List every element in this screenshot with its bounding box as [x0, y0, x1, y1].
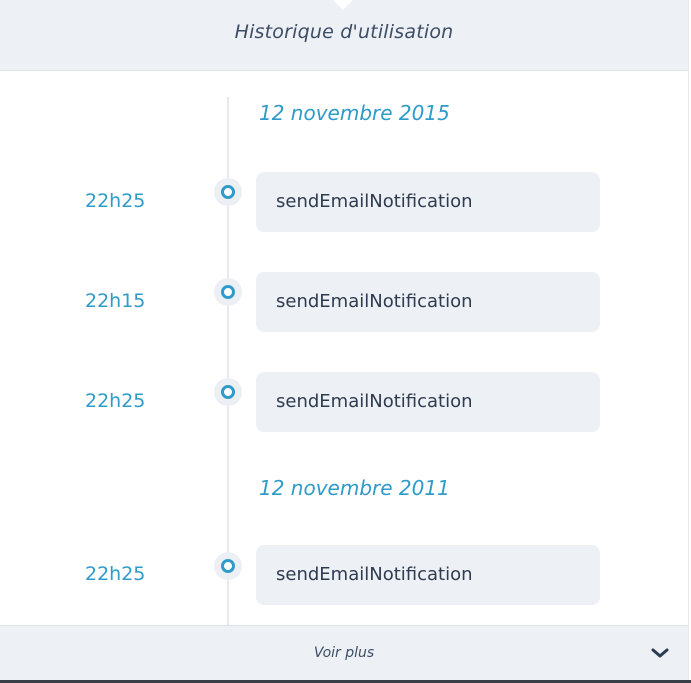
header-notch: [333, 0, 353, 10]
entry-time: 22h25: [85, 190, 146, 212]
timeline-date: 12 novembre 2011: [259, 476, 450, 500]
timeline-dot-icon: [214, 552, 242, 580]
see-more-label: Voir plus: [313, 645, 375, 661]
entry-card: sendEmailNotification: [256, 172, 600, 232]
chevron-down-icon[interactable]: [650, 646, 670, 660]
entry-time: 22h15: [85, 290, 146, 312]
timeline-date: 12 novembre 2015: [259, 101, 450, 125]
timeline-dot-icon: [214, 278, 242, 306]
panel-header: Historique d'utilisation: [0, 0, 688, 71]
timeline-line: [227, 97, 229, 625]
entry-time: 22h25: [85, 563, 146, 585]
entry-card: sendEmailNotification: [256, 272, 600, 332]
panel-title: Historique d'utilisation: [234, 21, 454, 43]
see-more-button[interactable]: Voir plus: [0, 625, 688, 681]
usage-history-panel: Historique d'utilisation 12 novembre 201…: [0, 0, 689, 683]
entry-card: sendEmailNotification: [256, 545, 600, 605]
entry-card: sendEmailNotification: [256, 372, 600, 432]
timeline-dot-icon: [214, 178, 242, 206]
timeline-dot-icon: [214, 378, 242, 406]
entry-time: 22h25: [85, 390, 146, 412]
